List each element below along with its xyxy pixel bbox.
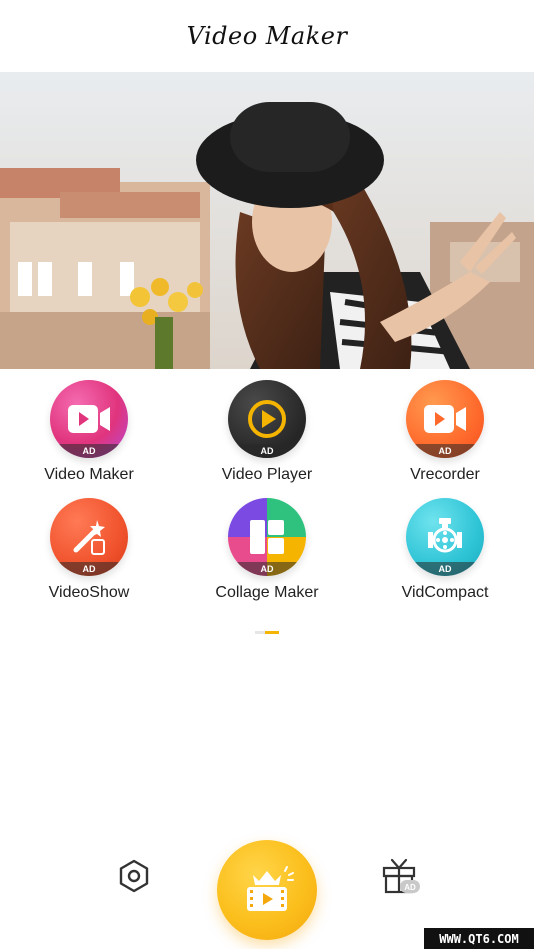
watermark: WWW.QT6.COM: [424, 928, 534, 949]
header: Video Maker: [0, 0, 534, 72]
video-camera-icon: AD: [50, 380, 128, 458]
app-video-player[interactable]: AD Video Player: [178, 380, 356, 484]
create-video-button[interactable]: [217, 840, 317, 940]
crown-film-icon: [247, 866, 294, 911]
ad-badge: AD: [50, 562, 128, 576]
app-vrecorder[interactable]: AD Vrecorder: [356, 380, 534, 484]
app-label: Collage Maker: [215, 584, 319, 601]
app-video-maker[interactable]: AD Video Maker: [0, 380, 178, 484]
page-indicator: [255, 631, 279, 634]
app-vidcompact[interactable]: AD VidCompact: [356, 498, 534, 602]
ad-badge: AD: [228, 444, 306, 458]
app-label: VideoShow: [48, 584, 130, 601]
gift-ad-badge: AD: [404, 883, 416, 892]
gift-icon: AD: [382, 858, 420, 894]
video-camera-icon: AD: [406, 380, 484, 458]
app-grid: AD Video Maker AD Video Player AD Vrecor…: [0, 380, 534, 602]
film-reel-icon: AD: [406, 498, 484, 576]
play-icon: AD: [228, 380, 306, 458]
magic-wand-film-icon: AD: [50, 498, 128, 576]
ad-badge: AD: [406, 444, 484, 458]
app-videoshow[interactable]: AD VideoShow: [0, 498, 178, 602]
app-label: Video Maker: [44, 466, 134, 483]
hero-banner[interactable]: [0, 72, 534, 369]
ad-badge: AD: [406, 562, 484, 576]
banner-image: [0, 72, 534, 369]
settings-button[interactable]: [114, 856, 154, 896]
gift-ad-button[interactable]: AD: [380, 856, 424, 900]
ad-badge: AD: [50, 444, 128, 458]
app-label: Video Player: [221, 466, 313, 483]
app-label: VidCompact: [401, 584, 489, 601]
page-dot-inactive: [255, 631, 265, 634]
ad-badge: AD: [228, 562, 306, 576]
app-title: Video Maker: [186, 22, 348, 50]
app-collage-maker[interactable]: AD Collage Maker: [178, 498, 356, 602]
collage-grid-icon: AD: [228, 498, 306, 576]
app-label: Vrecorder: [410, 466, 480, 483]
settings-icon: [119, 859, 149, 893]
page-dot-active: [265, 631, 279, 634]
